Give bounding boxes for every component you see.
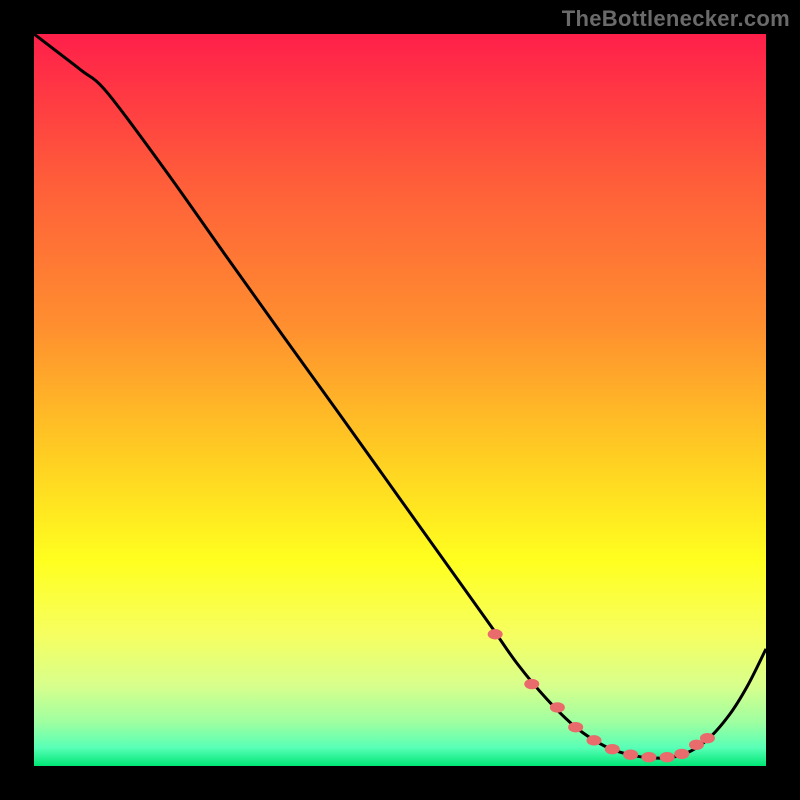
marker-dot — [524, 679, 539, 689]
watermark-text: TheBottlenecker.com — [562, 6, 790, 32]
marker-dot — [674, 749, 689, 759]
marker-dot — [660, 752, 675, 762]
chart-frame: TheBottlenecker.com — [0, 0, 800, 800]
marker-dot — [641, 752, 656, 762]
marker-dot — [605, 744, 620, 754]
marker-dot — [488, 629, 503, 639]
marker-dot — [623, 749, 638, 759]
plot-area — [34, 34, 766, 766]
marker-dot — [550, 702, 565, 712]
marker-dot — [586, 735, 601, 745]
chart-svg — [34, 34, 766, 766]
marker-dot — [568, 722, 583, 732]
marker-dot — [700, 733, 715, 743]
gradient-background — [34, 34, 766, 766]
